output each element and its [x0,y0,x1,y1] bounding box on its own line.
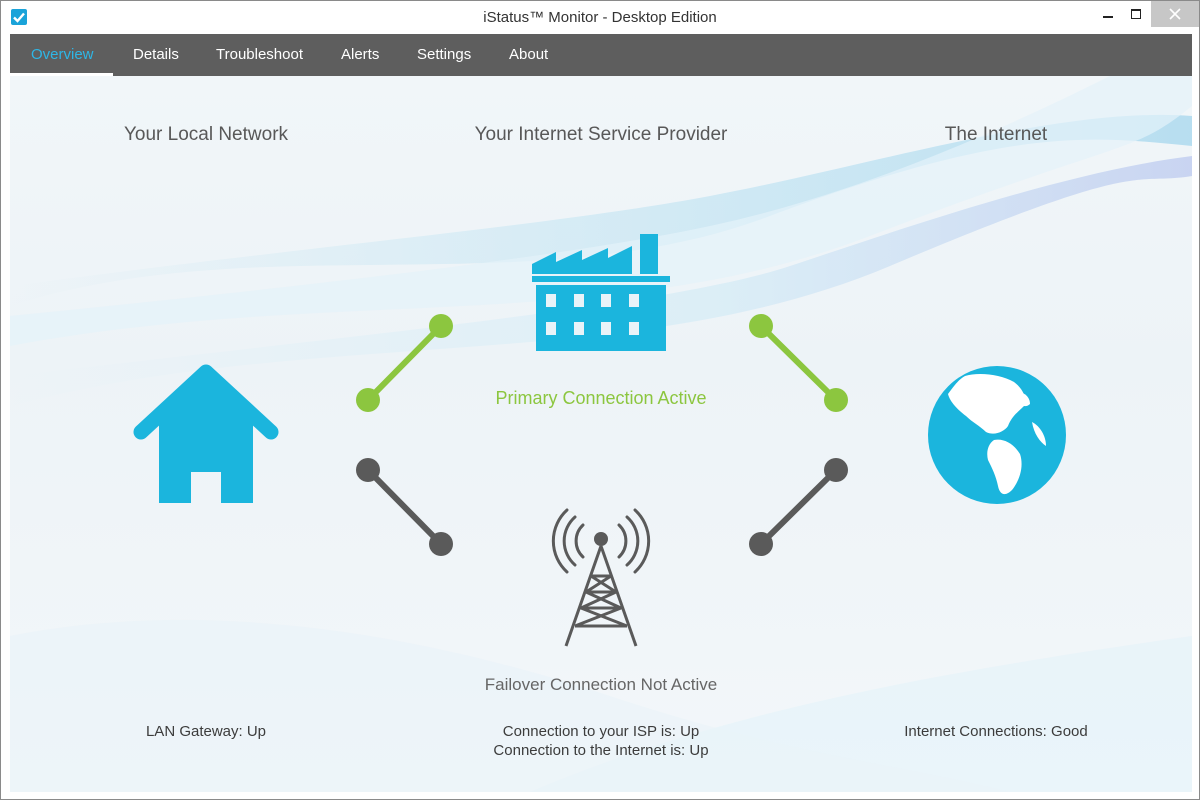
title-bar[interactable]: iStatus™ Monitor - Desktop Edition [1,1,1199,34]
close-button[interactable] [1151,1,1199,27]
failover-link-left [356,458,453,556]
minimize-icon [1103,16,1113,18]
isp-connection-status: Connection to your ISP is: Up [502,723,700,740]
maximize-button[interactable] [1121,1,1151,27]
overview-panel: Your Local Network Your Internet Service… [10,76,1192,792]
failover-link-right [749,458,848,556]
house-icon [133,364,279,503]
tab-overview[interactable]: Overview [31,34,94,76]
tab-alerts[interactable]: Alerts [341,34,379,76]
tab-about[interactable]: About [509,34,548,76]
maximize-icon [1131,9,1141,19]
close-icon [1169,8,1181,20]
internet-connections-status: Internet Connections: Good [904,723,1088,740]
cell-tower-icon [551,508,651,647]
app-window: iStatus™ Monitor - Desktop Edition Overv… [0,0,1200,800]
internet-connection-status: Connection to the Internet is: Up [493,742,709,759]
tab-troubleshoot[interactable]: Troubleshoot [216,34,303,76]
globe-icon [928,366,1066,504]
tab-details[interactable]: Details [133,34,179,76]
main-nav: Overview Details Troubleshoot Alerts Set… [10,34,1192,76]
window-title: iStatus™ Monitor - Desktop Edition [483,9,717,26]
minimize-button[interactable] [1093,1,1123,27]
tab-settings[interactable]: Settings [417,34,471,76]
primary-connection-status: Primary Connection Active [495,388,707,408]
failover-connection-status: Failover Connection Not Active [484,675,718,694]
lan-gateway-status: LAN Gateway: Up [145,723,267,740]
factory-icon [532,234,670,351]
